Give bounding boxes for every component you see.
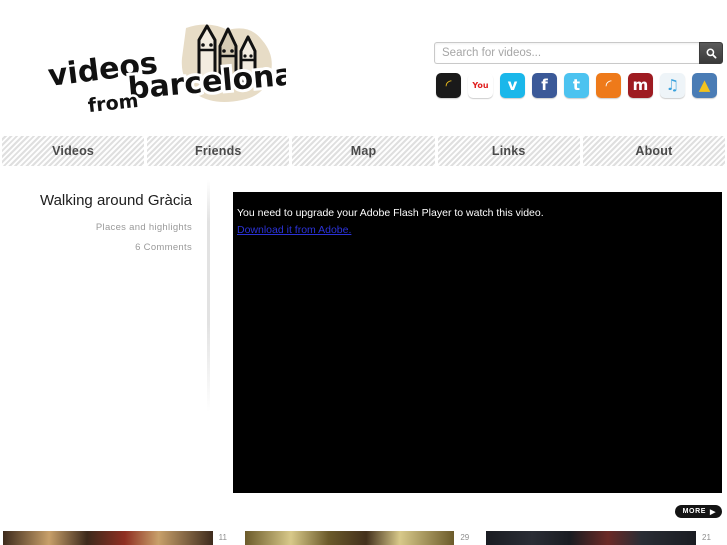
thumbnail-image[interactable]	[244, 531, 455, 545]
thumbnail-item[interactable]: 21	[486, 531, 724, 545]
more-button[interactable]: MORE ▶	[674, 505, 722, 518]
chevron-right-icon: ▶	[710, 508, 716, 516]
nav-tab-label: About	[635, 144, 673, 158]
download-flash-link[interactable]: Download it from Adobe.	[237, 224, 351, 236]
music-icon[interactable]: ♫	[660, 73, 685, 98]
video-player[interactable]: You need to upgrade your Adobe Flash Pla…	[233, 192, 722, 493]
main-navigation: Videos Friends Map Links About	[0, 136, 727, 166]
social-links: ◜ You v f t ◜ m ♫ ▲	[436, 73, 717, 98]
mixcloud-icon-glyph: m	[632, 76, 649, 94]
video-subtitle: Places and highlights	[95, 222, 192, 233]
twitter-icon[interactable]: t	[564, 73, 589, 98]
vimeo-icon-glyph: v	[507, 76, 518, 94]
nav-tab-friends[interactable]: Friends	[147, 136, 290, 166]
flickr-icon[interactable]: ▲	[692, 73, 717, 98]
nav-tab-label: Friends	[195, 144, 242, 158]
video-info-sidebar: Walking around Gràcia Places and highlig…	[0, 180, 210, 412]
nav-tab-label: Videos	[52, 144, 95, 158]
youtube-icon-glyph: You	[472, 80, 489, 90]
rss-orange-icon[interactable]: ◜	[596, 73, 621, 98]
main-content: Walking around Gràcia Places and highlig…	[0, 180, 727, 500]
site-logo[interactable]: videos barcelona from	[36, 20, 286, 115]
site-header: videos barcelona from ◜ You v f t ◜ m ♫ ▲	[0, 0, 727, 130]
search-button[interactable]	[699, 42, 723, 64]
thumbnail-item[interactable]: 29	[244, 531, 483, 545]
search-bar	[434, 42, 723, 64]
nav-tab-label: Links	[491, 144, 526, 158]
more-button-label: MORE	[682, 508, 707, 515]
facebook-icon[interactable]: f	[532, 73, 557, 98]
twitter-icon-glyph: t	[572, 76, 581, 94]
music-icon-glyph: ♫	[665, 76, 680, 94]
thumbnail-count: 29	[460, 533, 470, 542]
nav-tab-label: Map	[350, 144, 377, 158]
youtube-icon[interactable]: You	[468, 73, 493, 98]
search-input[interactable]	[434, 42, 699, 64]
rss-black-icon-glyph: ◜	[445, 76, 452, 94]
search-icon	[706, 48, 717, 59]
thumbnail-image[interactable]	[486, 531, 697, 545]
rss-orange-icon-glyph: ◜	[605, 76, 612, 94]
thumbnail-image[interactable]	[3, 531, 213, 545]
flickr-icon-glyph: ▲	[698, 76, 711, 94]
nav-tab-links[interactable]: Links	[437, 136, 580, 166]
nav-tab-videos[interactable]: Videos	[2, 136, 145, 166]
vimeo-icon[interactable]: v	[500, 73, 525, 98]
video-thumbnail-strip: 11 29 21	[0, 531, 727, 545]
facebook-icon-glyph: f	[541, 76, 548, 94]
comments-link[interactable]: 6 Comments	[0, 242, 192, 253]
nav-tab-map[interactable]: Map	[292, 136, 435, 166]
page-title: Walking around Gràcia	[39, 192, 192, 209]
nav-tab-about[interactable]: About	[582, 136, 726, 166]
thumbnail-item[interactable]: 11	[3, 531, 241, 545]
thumbnail-count: 21	[702, 533, 711, 542]
rss-black-icon[interactable]: ◜	[436, 73, 461, 98]
mixcloud-icon[interactable]: m	[628, 73, 653, 98]
logo-word-from: from	[87, 90, 140, 115]
thumbnail-count: 11	[218, 533, 227, 542]
flash-upgrade-message: You need to upgrade your Adobe Flash Pla…	[237, 207, 544, 219]
